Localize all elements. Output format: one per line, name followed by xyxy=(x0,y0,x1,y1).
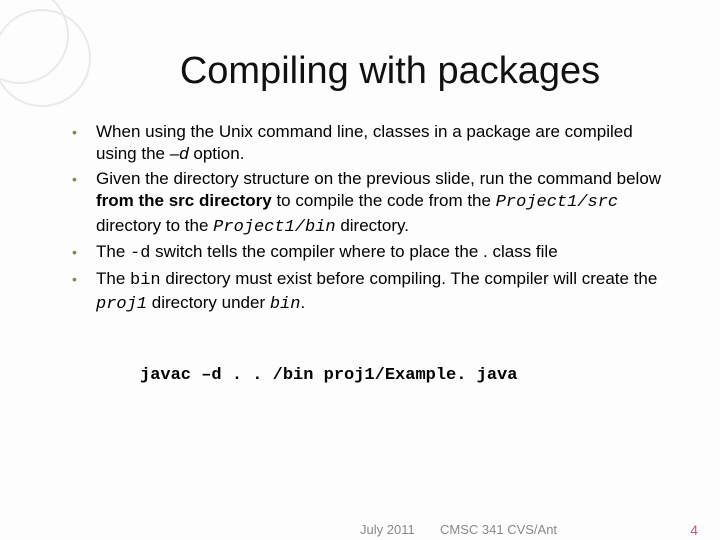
slide-title: Compiling with packages xyxy=(110,50,670,93)
bullet-text: directory to the xyxy=(96,216,213,235)
bullet-text: switch tells the compiler where to place… xyxy=(150,242,557,261)
inline-code-proj1: proj1 xyxy=(96,295,147,314)
inline-option-d: –d xyxy=(170,144,189,163)
bullet-text: directory must exist before compiling. T… xyxy=(161,269,658,288)
command-line: javac –d . . /bin proj1/Example. java xyxy=(140,365,670,387)
bullet-text: . xyxy=(300,293,305,312)
footer-date: July 2011 xyxy=(360,522,415,537)
inline-code-bin-path: Project1/bin xyxy=(213,218,335,237)
bullet-text: Given the directory structure on the pre… xyxy=(96,169,661,188)
bold-src-phrase: from the src directory xyxy=(96,191,272,210)
bullet-text: The xyxy=(96,242,130,261)
inline-code-bin2: bin xyxy=(270,295,301,314)
bullet-item: The bin directory must exist before comp… xyxy=(70,268,670,317)
bullet-item: When using the Unix command line, classe… xyxy=(70,121,670,166)
bullet-list: When using the Unix command line, classe… xyxy=(60,121,670,317)
slide-body: When using the Unix command line, classe… xyxy=(60,121,670,387)
bullet-text: to compile the code from the xyxy=(272,191,496,210)
inline-code-src-path: Project1/src xyxy=(496,193,618,212)
inline-code-d-switch: -d xyxy=(130,244,150,263)
bullet-item: The -d switch tells the compiler where t… xyxy=(70,241,670,265)
bullet-item: Given the directory structure on the pre… xyxy=(70,168,670,239)
bullet-text: The xyxy=(96,269,130,288)
bullet-text: directory. xyxy=(336,216,409,235)
bullet-text: option. xyxy=(189,144,245,163)
footer-course: CMSC 341 CVS/Ant xyxy=(440,522,557,537)
footer-page-number: 4 xyxy=(690,522,698,538)
bullet-text: directory under xyxy=(147,293,270,312)
inline-code-bin: bin xyxy=(130,271,161,290)
slide-container: Compiling with packages When using the U… xyxy=(0,0,720,540)
